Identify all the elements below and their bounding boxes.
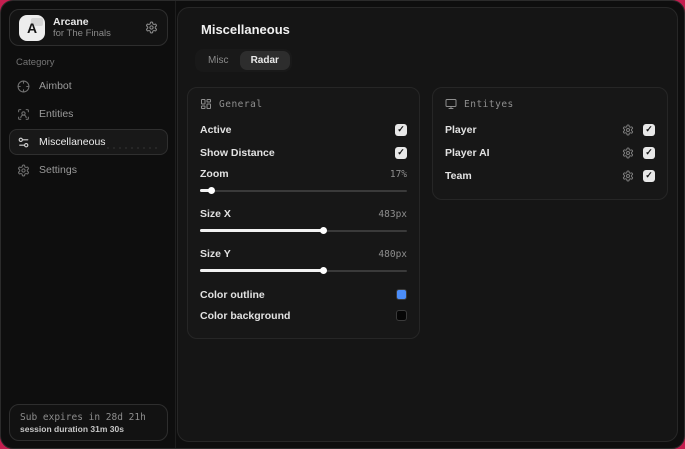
sidebar-item-label: Entities bbox=[39, 108, 74, 120]
setting-row-show-distance: Show Distance bbox=[200, 141, 408, 164]
brand-card: A Arcane for The Finals bbox=[9, 9, 168, 46]
tab-misc[interactable]: Misc bbox=[197, 51, 240, 70]
size-y-value: 480px bbox=[378, 248, 408, 260]
logo-letter: A bbox=[26, 19, 38, 36]
app-logo: A bbox=[19, 14, 45, 41]
player-ai-checkbox[interactable] bbox=[643, 146, 655, 159]
color-outline-swatch[interactable] bbox=[396, 289, 408, 300]
gear-icon[interactable] bbox=[622, 124, 634, 136]
dots-decoration bbox=[105, 145, 157, 151]
slider-thumb[interactable] bbox=[320, 267, 328, 274]
panels-row: General Active Show Distance Zoom 17% bbox=[187, 87, 668, 339]
subscription-card: Sub expires in 28d 21h session duration … bbox=[9, 404, 168, 441]
setting-row-color-outline: Color outline bbox=[200, 284, 408, 305]
gear-icon bbox=[18, 164, 29, 176]
active-checkbox[interactable] bbox=[395, 123, 408, 136]
sidebar-item-aimbot[interactable]: Aimbot bbox=[9, 73, 168, 99]
tab-radar[interactable]: Radar bbox=[239, 51, 290, 70]
sidebar-item-label: Aimbot bbox=[39, 80, 72, 92]
team-checkbox[interactable] bbox=[643, 169, 655, 182]
monitor-icon bbox=[445, 99, 457, 109]
page-title: Miscellaneous bbox=[201, 22, 290, 37]
sidebar: A Arcane for The Finals Category Aimbot … bbox=[1, 1, 176, 448]
entity-row-player: Player bbox=[445, 118, 655, 141]
panel-title: Entityes bbox=[464, 98, 514, 110]
slider-thumb[interactable] bbox=[320, 227, 328, 234]
app-subtitle: for The Finals bbox=[53, 28, 111, 40]
size-x-slider[interactable] bbox=[200, 226, 408, 236]
app-window: A Arcane for The Finals Category Aimbot … bbox=[0, 0, 685, 449]
sidebar-nav: Aimbot Entities Miscellaneous Settings bbox=[9, 73, 168, 185]
tab-bar: Misc Radar bbox=[195, 49, 292, 72]
general-panel: General Active Show Distance Zoom 17% bbox=[187, 87, 421, 339]
layout-icon bbox=[201, 99, 211, 109]
user-icon bbox=[18, 108, 29, 120]
sidebar-item-entities[interactable]: Entities bbox=[9, 101, 168, 127]
entity-row-player-ai: Player AI bbox=[445, 141, 655, 164]
sidebar-item-label: Miscellaneous bbox=[39, 136, 106, 148]
panel-title: General bbox=[219, 98, 263, 110]
sidebar-item-settings[interactable]: Settings bbox=[9, 157, 168, 183]
setting-row-color-background: Color background bbox=[200, 305, 408, 326]
sub-expiry: Sub expires in 28d 21h bbox=[20, 411, 146, 423]
setting-row-size-x: Size X 483px bbox=[200, 208, 408, 220]
gear-icon[interactable] bbox=[622, 170, 634, 182]
setting-row-size-y: Size Y 480px bbox=[200, 248, 408, 260]
player-checkbox[interactable] bbox=[643, 123, 655, 136]
category-label: Category bbox=[16, 57, 55, 68]
sliders-icon bbox=[18, 137, 29, 147]
entities-panel: Entityes Player Player AI bbox=[432, 87, 668, 200]
slider-thumb[interactable] bbox=[208, 187, 216, 194]
size-x-value: 483px bbox=[378, 208, 408, 220]
setting-row-active: Active bbox=[200, 118, 408, 141]
gear-icon[interactable] bbox=[145, 21, 158, 34]
entity-row-team: Team bbox=[445, 164, 655, 187]
zoom-value: 17% bbox=[389, 168, 408, 180]
color-background-swatch[interactable] bbox=[396, 310, 408, 321]
session-duration: session duration 31m 30s bbox=[20, 423, 124, 434]
show-distance-checkbox[interactable] bbox=[395, 146, 408, 159]
app-name: Arcane bbox=[53, 15, 89, 28]
setting-row-zoom: Zoom 17% bbox=[200, 168, 408, 180]
zoom-slider[interactable] bbox=[200, 186, 408, 196]
gear-icon[interactable] bbox=[622, 147, 634, 159]
crosshair-icon bbox=[17, 80, 30, 92]
main-panel: Miscellaneous Misc Radar General Active … bbox=[177, 7, 678, 442]
size-y-slider[interactable] bbox=[200, 266, 408, 276]
sidebar-item-miscellaneous[interactable]: Miscellaneous bbox=[9, 129, 168, 155]
sidebar-item-label: Settings bbox=[39, 164, 77, 176]
